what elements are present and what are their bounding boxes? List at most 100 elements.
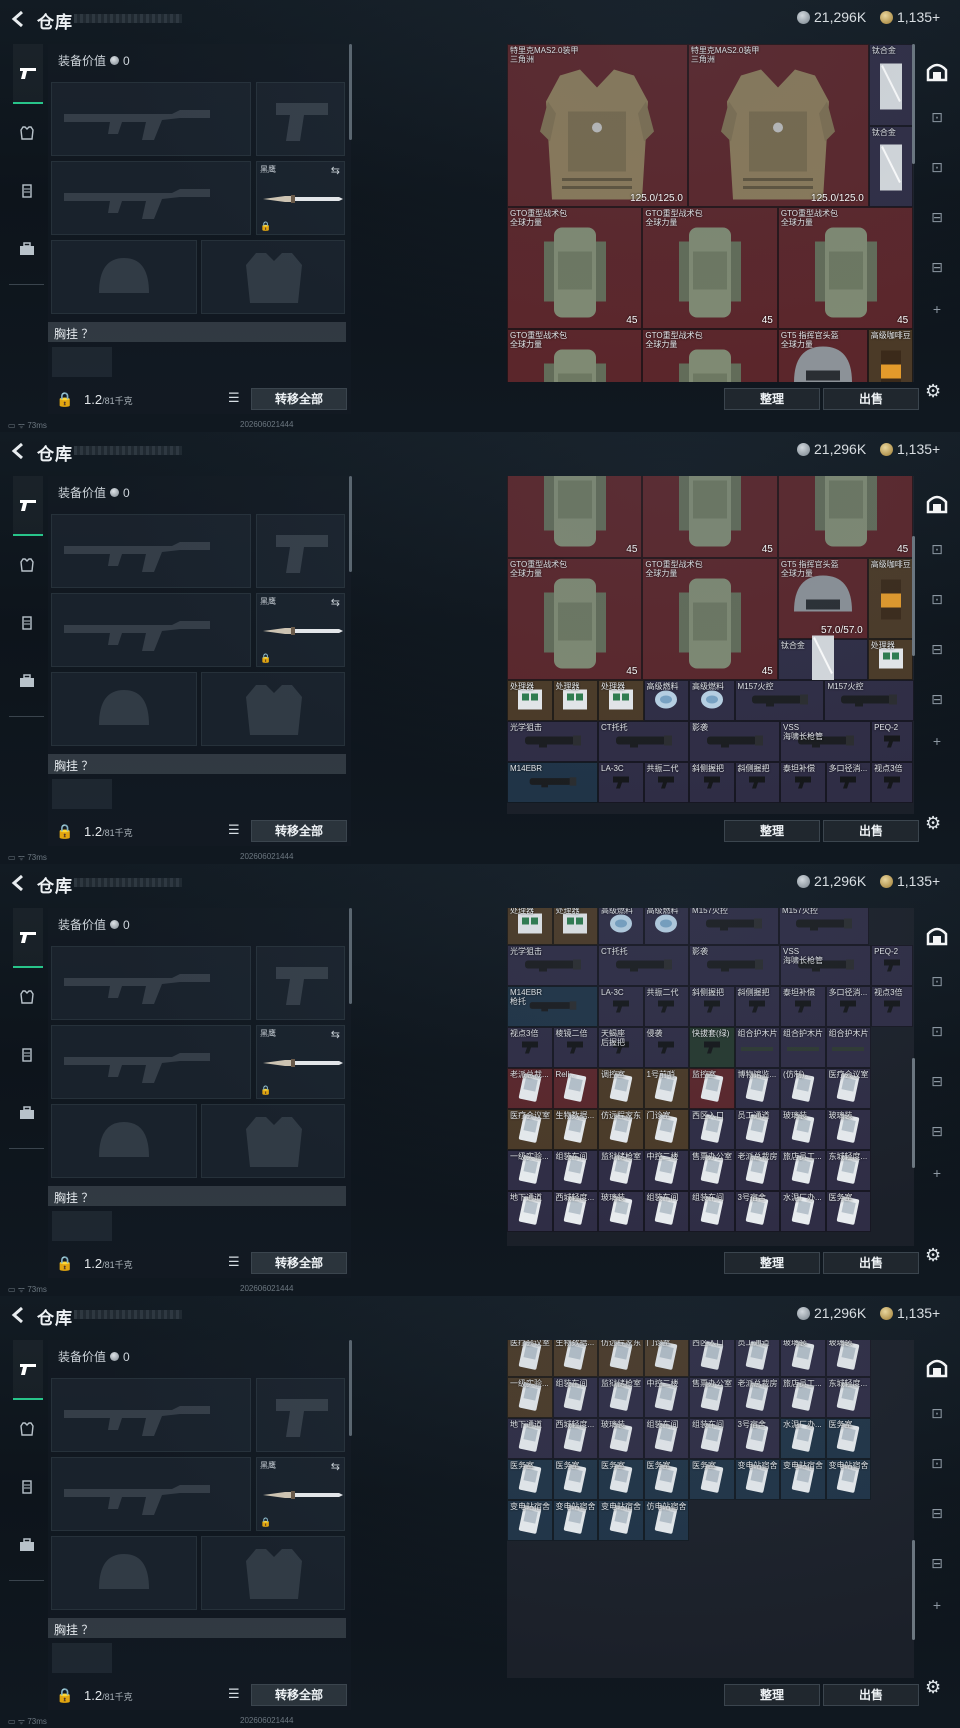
inventory-item[interactable]: 变电站宿舍 — [734, 1459, 781, 1500]
inventory-item[interactable]: 处理器 — [867, 639, 914, 680]
tab-backpack[interactable] — [13, 1099, 41, 1127]
inventory-item[interactable]: M157火控 — [689, 908, 779, 945]
grid-scrollbar[interactable] — [912, 1540, 915, 1640]
storage-tab-3[interactable]: ⊟ — [924, 1500, 950, 1526]
warehouse-tab[interactable] — [924, 490, 950, 516]
add-storage-button[interactable]: + — [924, 1592, 950, 1618]
gear-icon[interactable]: ⚙ — [925, 381, 945, 401]
list-icon[interactable]: ☰ — [228, 390, 246, 408]
list-icon[interactable]: ☰ — [228, 1254, 246, 1272]
inventory-item[interactable]: Reli... — [552, 1068, 598, 1109]
inventory-item[interactable]: 变电站宿舍 — [780, 1459, 826, 1500]
add-storage-button[interactable]: + — [924, 728, 950, 754]
storage-tab-1[interactable]: ⊡ — [924, 104, 950, 130]
inventory-item[interactable]: VSS 海啸长枪管 — [780, 721, 872, 762]
inventory-item[interactable]: 泰坦补偿 — [780, 762, 826, 803]
tab-armor[interactable] — [13, 551, 41, 579]
inventory-item[interactable]: 钛合金 — [777, 635, 868, 682]
inventory-item[interactable]: 员工通道 — [734, 1340, 781, 1377]
inventory-item[interactable]: 45 — [642, 476, 778, 558]
sort-button[interactable]: 整理 — [724, 388, 820, 410]
tab-armor[interactable] — [13, 119, 41, 147]
storage-tab-1[interactable]: ⊡ — [924, 536, 950, 562]
list-icon[interactable]: ☰ — [228, 822, 246, 840]
warehouse-tab[interactable] — [924, 922, 950, 948]
primary-weapon-slot[interactable] — [51, 1378, 251, 1452]
inventory-item[interactable]: 西城轻度... — [552, 1418, 598, 1459]
inventory-item[interactable]: 影袭 — [689, 721, 781, 762]
inventory-item[interactable]: 棱镜二倍 — [552, 1027, 598, 1068]
pistol-slot[interactable] — [256, 946, 345, 1020]
inventory-item[interactable]: 员工通道 — [734, 1109, 781, 1150]
inventory-item[interactable]: 生物数据... — [552, 1340, 598, 1377]
inventory-item[interactable]: 水泥厂办... — [780, 1418, 826, 1459]
inventory-item[interactable]: 多口径消... — [825, 986, 872, 1027]
inventory-item[interactable]: 仿远程家东 — [598, 1340, 644, 1377]
warehouse-tab[interactable] — [924, 1354, 950, 1380]
secondary-weapon-slot[interactable] — [51, 1457, 251, 1531]
tab-rig[interactable] — [13, 1473, 41, 1501]
primary-weapon-slot[interactable] — [51, 946, 251, 1020]
swap-icon[interactable]: ⇆ — [331, 1028, 340, 1041]
tab-weapons[interactable] — [13, 908, 43, 968]
primary-weapon-slot[interactable] — [51, 514, 251, 588]
inventory-item[interactable]: 医务室 — [552, 1459, 598, 1500]
secondary-weapon-slot[interactable] — [51, 161, 251, 235]
inventory-item[interactable]: GTO重型战术包 全球力量 45 — [507, 558, 643, 680]
tab-rig[interactable] — [13, 1041, 41, 1069]
inventory-item[interactable]: 水泥厂办... — [780, 1191, 826, 1232]
inventory-item[interactable]: 组合护木片 — [734, 1027, 781, 1068]
inventory-item[interactable]: 泰坦补偿 — [780, 986, 826, 1027]
inventory-item[interactable]: 售票办公室 — [689, 1150, 735, 1191]
inventory-item[interactable]: 医务室 — [598, 1459, 644, 1500]
inventory-item[interactable]: 东城轻度... — [825, 1150, 872, 1191]
tab-backpack[interactable] — [13, 1531, 41, 1559]
inventory-item[interactable]: 监狱储枪室 — [598, 1150, 644, 1191]
transfer-all-button[interactable]: 转移全部 — [251, 388, 347, 410]
storage-tab-1[interactable]: ⊡ — [924, 968, 950, 994]
inventory-item[interactable]: 医务室 — [507, 1459, 553, 1500]
inventory-item[interactable]: PEQ-2 — [871, 721, 914, 762]
lock-icon[interactable]: 🔒 — [56, 823, 73, 840]
inventory-item[interactable]: 博物馆监... — [734, 1068, 781, 1109]
storage-tab-3[interactable]: ⊟ — [924, 204, 950, 230]
inventory-item[interactable]: M157火控 — [778, 908, 869, 945]
back-arrow-icon[interactable] — [10, 10, 28, 28]
inventory-item[interactable]: 变电站宿舍 — [598, 1500, 644, 1541]
inventory-item[interactable]: 钛合金 — [868, 44, 914, 126]
inventory-item[interactable]: 医务室 — [825, 1418, 872, 1459]
sort-button[interactable]: 整理 — [724, 1252, 820, 1274]
inventory-item[interactable]: 组合护木片 — [825, 1027, 872, 1068]
pistol-slot[interactable] — [256, 514, 345, 588]
helmet-slot[interactable] — [51, 1104, 197, 1178]
inventory-item[interactable]: 光学狙击 — [507, 721, 599, 762]
inventory-item[interactable]: GTO重型战术包 全球力量 45 — [777, 207, 914, 329]
back-arrow-icon[interactable] — [10, 442, 28, 460]
inventory-item[interactable]: VSS 海啸长枪管 — [780, 945, 872, 986]
inventory-item[interactable]: LA-3C — [598, 762, 644, 803]
storage-tab-4[interactable]: ⊟ — [924, 1118, 950, 1144]
sell-button[interactable]: 出售 — [823, 820, 919, 842]
inventory-item[interactable]: 斜侧握把 — [689, 762, 735, 803]
inventory-item[interactable]: 变电站宿舍 — [507, 1500, 553, 1541]
inventory-item[interactable]: CT托托 — [598, 945, 690, 986]
lock-icon[interactable]: 🔒 — [56, 1687, 73, 1704]
chest-rig-slot[interactable] — [52, 1211, 112, 1241]
left-scrollbar[interactable] — [349, 1340, 352, 1436]
transfer-all-button[interactable]: 转移全部 — [251, 820, 347, 842]
secondary-weapon-slot[interactable] — [51, 1025, 251, 1099]
inventory-item[interactable]: 1号前哨 — [643, 1068, 690, 1109]
warehouse-tab[interactable] — [924, 58, 950, 84]
inventory-item[interactable]: 仿远程家东 — [598, 1109, 644, 1150]
storage-tab-4[interactable]: ⊟ — [924, 1550, 950, 1576]
inventory-item[interactable]: 西城轻度... — [552, 1191, 598, 1232]
helmet-slot[interactable] — [51, 1536, 197, 1610]
transfer-all-button[interactable]: 转移全部 — [251, 1684, 347, 1706]
inventory-item[interactable]: 地下通道 — [507, 1418, 553, 1459]
inventory-item[interactable]: 组装车间 — [643, 1191, 690, 1232]
storage-tab-1[interactable]: ⊡ — [924, 1400, 950, 1426]
inventory-item[interactable]: 处理器 — [552, 680, 598, 721]
inventory-item[interactable]: 斜侧握把 — [734, 986, 781, 1027]
inventory-item[interactable]: (仿制)... — [780, 1068, 826, 1109]
inventory-item[interactable]: 东城轻度... — [825, 1377, 872, 1418]
